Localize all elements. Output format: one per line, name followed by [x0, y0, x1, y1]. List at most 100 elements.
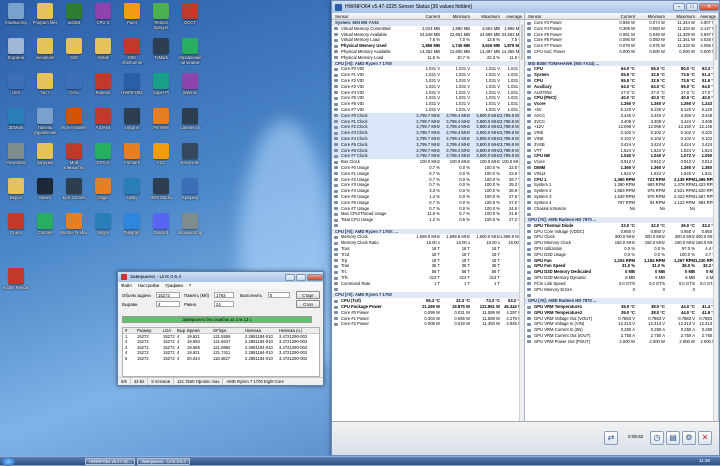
- desktop-icon[interactable]: Cinebench: [176, 108, 204, 138]
- desktop-icon[interactable]: Skype: [89, 213, 117, 243]
- desktop-icon[interactable]: Тест: [31, 73, 59, 103]
- start-button[interactable]: [2, 456, 15, 466]
- desktop-icon[interactable]: Калькулятор: [176, 213, 204, 243]
- linx-titlebar[interactable]: Завершено - LinX 0.6.4: [118, 272, 323, 282]
- menu-help[interactable]: ?: [189, 282, 191, 289]
- desktop-icon[interactable]: GPU-Z: [89, 143, 117, 173]
- col-sensor[interactable]: Sensor: [332, 13, 410, 19]
- menu-file[interactable]: Файл: [121, 282, 132, 289]
- desktop-icon[interactable]: Корзина: [2, 38, 30, 68]
- results-table[interactable]: # Размер LDA Выр. Время GFlops Невязка Н…: [122, 327, 320, 377]
- desktop-icon[interactable]: Super Pi: [147, 73, 175, 103]
- desktop-icon[interactable]: Unigine: [118, 108, 146, 138]
- desktop-icon[interactable]: Opera: [2, 213, 30, 243]
- taskbar-app-linx[interactable]: Завершено - LinX 0.6.4: [137, 457, 190, 465]
- close-button[interactable]: ✕: [699, 3, 719, 11]
- menu-settings[interactable]: Настройки: [138, 282, 160, 289]
- desktop-icon[interactable]: Ryzen Master: [60, 108, 88, 138]
- scroll-thumb[interactable]: [521, 24, 523, 60]
- accuracy-field[interactable]: 24: [214, 301, 234, 307]
- desktop-icon[interactable]: Mozilla Firefox: [60, 213, 88, 243]
- clock[interactable]: 11:36: [699, 458, 710, 463]
- clock-icon[interactable]: ◷: [650, 431, 664, 445]
- start-button[interactable]: Старт: [296, 291, 320, 299]
- sensor-row[interactable]: Core #2 Power 0.008 W 0.019 W 11.393 W 3.945…: [332, 321, 524, 327]
- stop-button[interactable]: Стоп: [296, 300, 320, 308]
- col-current[interactable]: Current: [605, 13, 635, 19]
- desktop-icon[interactable]: Steam: [31, 178, 59, 208]
- close-button[interactable]: [307, 273, 323, 281]
- col-maximum[interactable]: Maximum: [470, 13, 500, 19]
- col-maximum[interactable]: Maximum: [665, 13, 695, 19]
- settings-icon[interactable]: ⚙: [682, 431, 696, 445]
- desktop-icon[interactable]: Chrome: [31, 213, 59, 243]
- alignment-field[interactable]: 4: [156, 301, 180, 307]
- close-sensors-icon[interactable]: ✕: [698, 431, 712, 445]
- desktop-icon[interactable]: Discord: [147, 213, 175, 243]
- desktop-icon[interactable]: HWiNFO64: [118, 73, 146, 103]
- desktop-icon[interactable]: Загрузки: [31, 143, 59, 173]
- desktop-icon[interactable]: Program files: [31, 3, 59, 33]
- scrollbar[interactable]: [519, 20, 524, 423]
- desktop-icon[interactable]: Paint: [118, 3, 146, 33]
- desktop-icon[interactable]: Компьютер: [2, 3, 30, 33]
- desktop-icon[interactable]: Telegram: [118, 213, 146, 243]
- desktop-icon[interactable]: TxMark: [147, 38, 175, 68]
- desktop-icon[interactable]: Браузер: [176, 178, 204, 208]
- col-average[interactable]: Average: [500, 13, 524, 19]
- memory-field[interactable]: 1793: [214, 292, 234, 298]
- menu-graphs[interactable]: Графики: [165, 282, 182, 289]
- table-row[interactable]: 5 15272 15272 4 20.044 118.4827 2.2881184-010 3…: [123, 356, 319, 362]
- scroll-thumb[interactable]: [715, 24, 717, 60]
- desktop-icon[interactable]: VLC: [147, 143, 175, 173]
- col-sensor[interactable]: Sensor: [525, 13, 605, 19]
- linx-window[interactable]: Завершено - LinX 0.6.4 Файл Настройки Гр…: [117, 271, 324, 386]
- sensor-pane-left[interactable]: Sensor Current Minimum Maximum Average S…: [332, 13, 525, 423]
- col-current[interactable]: Current: [410, 13, 440, 19]
- desktop-icon[interactable]: Управление питанием: [176, 38, 204, 68]
- desktop-icon[interactable]: Epic Games: [60, 178, 88, 208]
- scrollbar[interactable]: [713, 20, 718, 423]
- sensor-pane-right[interactable]: Sensor Current Minimum Maximum Average C…: [525, 13, 719, 423]
- col-minimum[interactable]: Minimum: [635, 13, 665, 19]
- desktop-icon[interactable]: Uplay: [118, 178, 146, 208]
- minimize-button[interactable]: [285, 273, 295, 281]
- taskbar-app-hwinfo[interactable]: HWiNFO64 v5.47-32...: [85, 457, 136, 465]
- desktop-icon[interactable]: Prime95: [147, 108, 175, 138]
- minimize-button[interactable]: –: [673, 3, 685, 11]
- desktop-icon[interactable]: CPU-Z: [89, 3, 117, 33]
- desktop-icon[interactable]: Панель управления: [31, 108, 59, 138]
- desktop-icon[interactable]: Мой компьютер: [60, 143, 88, 173]
- maximize-button[interactable]: [296, 273, 306, 281]
- desktop-icon[interactable]: Видео: [2, 178, 30, 208]
- desktop-icon[interactable]: MSI Afterburner: [118, 38, 146, 68]
- desktop-icon[interactable]: Adobe Reader: [2, 268, 30, 298]
- desktop-icon[interactable]: OBS Studio: [147, 178, 175, 208]
- maximize-button[interactable]: □: [686, 3, 698, 11]
- navigate-arrows-icon[interactable]: ⇄: [604, 431, 618, 445]
- sensor-row[interactable]: GPU VRM Power Out (POUT) 2.000 W 2.000 W 2.…: [525, 339, 718, 345]
- desktop-icon[interactable]: Rainmeter: [176, 143, 204, 173]
- col-average[interactable]: Average: [695, 13, 718, 19]
- hwinfo-window[interactable]: HWiNFO64 v5.47-3225 Sensor Status [36 va…: [331, 0, 720, 456]
- desktop-icon[interactable]: Furmark: [118, 143, 146, 173]
- desktop-icon[interactable]: Origin: [89, 178, 117, 208]
- desktop-icon[interactable]: Soft: [60, 38, 88, 68]
- desktop-icon[interactable]: AIDA64: [89, 108, 117, 138]
- desktop-icon[interactable]: Wprime: [176, 73, 204, 103]
- desktop-icon[interactable]: LinX: [2, 73, 30, 103]
- desktop-icon[interactable]: OCCT: [176, 3, 204, 33]
- col-minimum[interactable]: Minimum: [440, 13, 470, 19]
- hwinfo-titlebar[interactable]: HWiNFO64 v5.47-3225 Sensor Status [36 va…: [332, 1, 719, 13]
- desktop-icon[interactable]: Сеть: [60, 73, 88, 103]
- runs-field[interactable]: 5: [268, 292, 290, 298]
- desktop-icon[interactable]: PowerMax: [2, 143, 30, 173]
- problem-size-field[interactable]: 15272: [156, 292, 180, 298]
- desktop-icon[interactable]: Alexander: [31, 38, 59, 68]
- report-icon[interactable]: ▤: [666, 431, 680, 445]
- desktop-icon[interactable]: Radeon: [89, 73, 117, 103]
- desktop-icon[interactable]: 3DMark: [2, 108, 30, 138]
- desktop-icon[interactable]: Retinal Sprayer: [147, 3, 175, 33]
- desktop-icon[interactable]: Install: [89, 38, 117, 68]
- desktop-icon[interactable]: avid64: [60, 3, 88, 33]
